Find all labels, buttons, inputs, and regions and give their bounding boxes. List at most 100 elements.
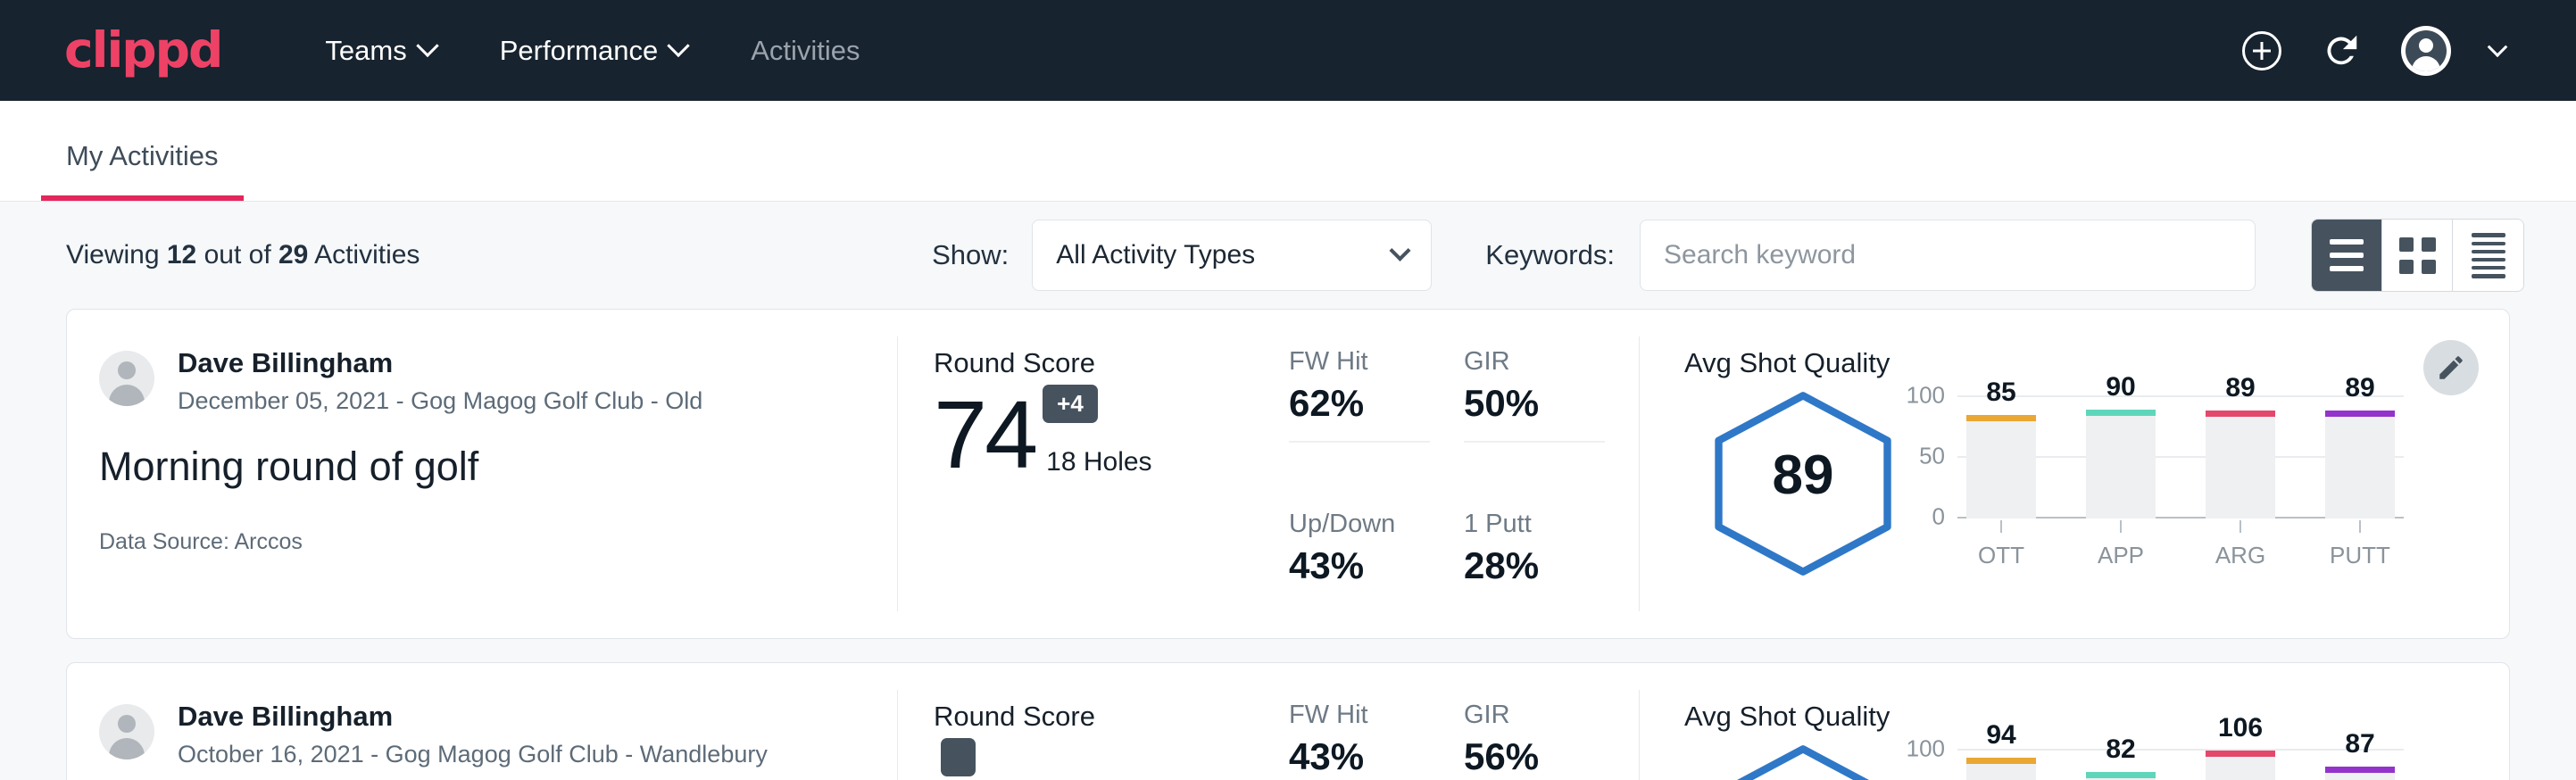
round-score-value: 74	[934, 389, 1035, 481]
bar-chart-plot: 100500948210687	[1957, 751, 2404, 780]
score-to-par-badge	[941, 738, 976, 776]
bar-group: 948210687	[1957, 751, 2404, 780]
nav-item-performance[interactable]: Performance	[468, 35, 719, 67]
bar-value-label: 87	[2325, 729, 2395, 759]
stat-gir-label: GIR	[1464, 701, 1605, 730]
activity-type-select-value: All Activity Types	[1056, 240, 1255, 270]
refresh-icon[interactable]	[2321, 30, 2362, 71]
edit-activity-button[interactable]	[2423, 340, 2479, 395]
tab-bar: My Activities	[0, 101, 2576, 202]
bar-cap	[2206, 411, 2275, 417]
stat-gir-value: 50%	[1464, 382, 1605, 425]
keywords-label: Keywords:	[1485, 239, 1615, 271]
avg-shot-quality-section: Avg Shot Quality 89 10050085908989 OTTAP…	[1640, 310, 2509, 638]
stat-one-putt: 1 Putt 28%	[1464, 510, 1639, 638]
tab-my-activities[interactable]: My Activities	[41, 140, 244, 201]
grid-view-button[interactable]	[2382, 220, 2453, 291]
bar-chart-x-axis: OTTAPPARGPUTT	[1957, 520, 2404, 569]
y-axis-tick-label: 50	[1919, 443, 1945, 470]
activity-card-header: Dave Billingham December 05, 2021 - Gog …	[67, 310, 897, 638]
bar-track	[2206, 411, 2275, 519]
bar-value-label: 94	[1966, 720, 2036, 751]
avg-shot-quality-section: Avg Shot Quality 100500948210687 OTTAPPA…	[1640, 663, 2509, 780]
nav-item-activities-label: Activities	[751, 35, 860, 67]
bar-value-label: 89	[2325, 373, 2395, 403]
grid-view-icon	[2399, 237, 2436, 274]
bar-chart-plot: 10050085908989	[1957, 397, 2404, 519]
pencil-icon	[2436, 353, 2466, 383]
stat-gir-label: GIR	[1464, 347, 1605, 377]
x-axis-tick	[2000, 520, 2002, 533]
bar-cap	[1966, 758, 2036, 764]
top-navigation-bar: clippd Teams Performance Activities	[0, 0, 2576, 101]
bar-arg: 106	[2206, 751, 2275, 780]
bar-value-label: 90	[2086, 372, 2156, 402]
holes-played: 18 Holes	[1046, 447, 1151, 477]
avg-shot-quality-label: Avg Shot Quality	[1684, 701, 2509, 733]
chevron-down-icon	[667, 34, 689, 56]
y-axis-tick-label: 100	[1907, 382, 1945, 410]
viewing-mid: out of	[204, 240, 271, 270]
search-input-wrapper[interactable]	[1640, 220, 2256, 291]
nav-item-activities[interactable]: Activities	[719, 35, 892, 67]
avatar	[99, 351, 154, 406]
bar-value-label: 82	[2086, 734, 2156, 765]
nav-item-performance-label: Performance	[500, 35, 658, 67]
bar-cap	[2325, 767, 2395, 773]
activity-card[interactable]: Dave Billingham October 16, 2021 - Gog M…	[66, 662, 2510, 780]
nav-item-teams[interactable]: Teams	[293, 35, 467, 67]
avatar	[99, 704, 154, 759]
stat-up-down-value: 43%	[1289, 544, 1430, 587]
account-avatar-icon[interactable]	[2401, 26, 2451, 76]
shot-quality-hexagon: 89	[1709, 390, 1897, 560]
activity-meta: December 05, 2021 - Gog Magog Golf Club …	[178, 387, 702, 415]
stat-fw-hit-value: 43%	[1289, 735, 1430, 778]
list-view-button[interactable]	[2312, 220, 2382, 291]
score-to-par-badge: +4	[1043, 385, 1098, 423]
stat-fw-hit: FW Hit 62%	[1289, 347, 1464, 510]
nav-actions	[2242, 26, 2531, 76]
shot-quality-value	[1709, 743, 1897, 780]
round-stats-grid: FW Hit 62% GIR 50% Up/Down 43% 1 Putt 28…	[1282, 310, 1639, 638]
x-tick-group: PUTT	[2325, 520, 2395, 569]
filter-toolbar: Viewing 12 out of 29 Activities Show: Al…	[0, 202, 2576, 309]
activity-list: Dave Billingham December 05, 2021 - Gog …	[0, 309, 2576, 780]
stat-fw-hit-label: FW Hit	[1289, 347, 1430, 377]
nav-item-teams-label: Teams	[325, 35, 406, 67]
player-name: Dave Billingham	[178, 701, 768, 733]
stat-fw-hit-value: 62%	[1289, 382, 1430, 425]
search-input[interactable]	[1664, 240, 2231, 270]
activity-card[interactable]: Dave Billingham December 05, 2021 - Gog …	[66, 309, 2510, 639]
round-score-section: Round Score	[898, 663, 1282, 780]
shot-quality-value: 89	[1709, 390, 1897, 560]
clippd-logo[interactable]: clippd	[64, 26, 221, 75]
bar-arg: 89	[2206, 397, 2275, 519]
filter-controls: Show: All Activity Types Keywords:	[932, 219, 2524, 292]
chevron-down-icon	[416, 34, 438, 56]
activity-author: Dave Billingham October 16, 2021 - Gog M…	[99, 701, 897, 768]
activity-card-header: Dave Billingham October 16, 2021 - Gog M…	[67, 663, 897, 780]
plus-circle-icon[interactable]	[2242, 31, 2281, 71]
x-tick-group: ARG	[2206, 520, 2275, 569]
bar-value-label: 106	[2206, 713, 2275, 743]
stat-one-putt-value: 28%	[1464, 544, 1605, 587]
account-chevron-down-icon[interactable]	[2488, 37, 2508, 57]
stat-gir: GIR 50%	[1464, 347, 1639, 510]
bar-app: 82	[2086, 751, 2156, 780]
round-score-section: Round Score 74 +4 18 Holes	[898, 310, 1282, 638]
show-label: Show:	[932, 239, 1009, 271]
x-axis-tick	[2120, 520, 2122, 533]
shot-quality-bar-chart: 10050085908989 OTTAPPARGPUTT	[1957, 397, 2404, 569]
bar-group: 85908989	[1957, 397, 2404, 519]
round-score-label: Round Score	[934, 701, 1282, 733]
activity-type-select[interactable]: All Activity Types	[1032, 220, 1432, 291]
x-axis-tick-label: OTT	[1978, 542, 2024, 569]
compact-view-button[interactable]	[2453, 220, 2523, 291]
shot-quality-hexagon	[1709, 743, 1897, 780]
divider	[1464, 441, 1605, 443]
x-axis-tick	[2239, 520, 2241, 533]
activity-title: Morning round of golf	[99, 444, 897, 490]
bar-putt: 89	[2325, 397, 2395, 519]
viewing-suffix: Activities	[314, 240, 420, 270]
viewing-count: 12	[167, 240, 196, 270]
